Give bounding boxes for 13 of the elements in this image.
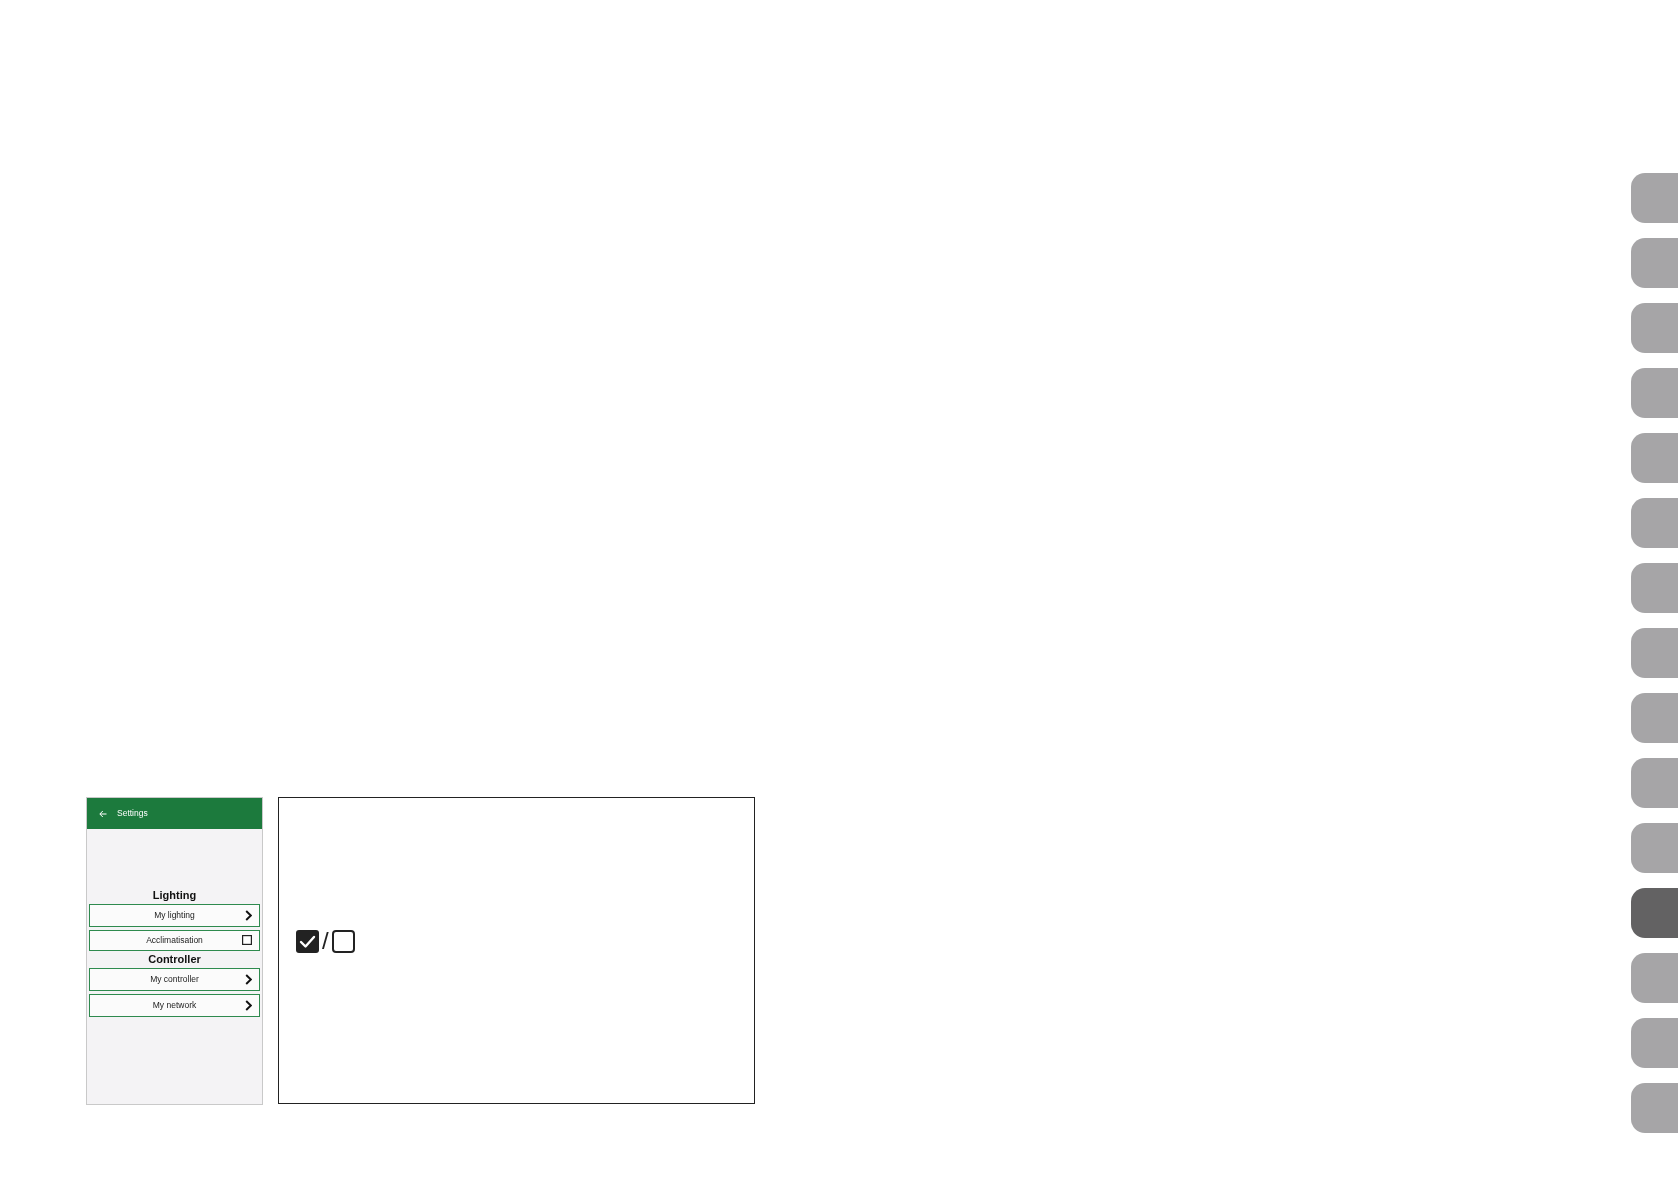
header-title: Settings: [117, 807, 148, 820]
settings-row[interactable]: My network: [89, 994, 260, 1017]
settings-row[interactable]: My controller: [89, 968, 260, 991]
back-arrow-icon[interactable]: [99, 809, 107, 818]
chevron-right-icon: [245, 910, 252, 921]
section-heading: Controller: [147, 952, 202, 967]
chevron-right-icon: [245, 974, 252, 985]
empty-checkbox-icon[interactable]: [242, 935, 252, 945]
settings-row[interactable]: Acclimatisation: [89, 930, 260, 951]
settings-row[interactable]: My lighting: [89, 904, 260, 927]
slash-separator: /: [321, 929, 330, 953]
chevron-right-icon: [245, 1000, 252, 1011]
section-heading: Lighting: [151, 888, 198, 903]
